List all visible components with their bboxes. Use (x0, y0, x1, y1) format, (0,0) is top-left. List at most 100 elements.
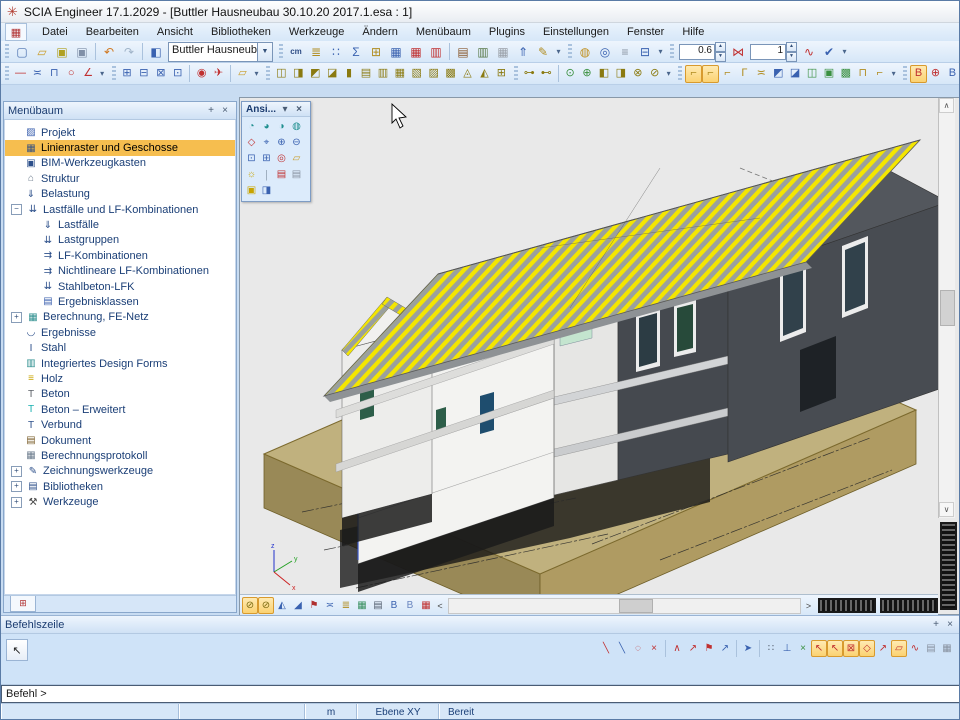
menu-werkzeuge[interactable]: Werkzeuge (280, 25, 353, 39)
render-mode-icon[interactable]: ▦ (354, 597, 370, 614)
toolbar-grip[interactable] (279, 44, 283, 60)
tree-item-ergebnisklassen[interactable]: ▤Ergebnisklassen (5, 294, 235, 309)
pin-icon[interactable]: + (929, 619, 943, 630)
link-rigid-icon[interactable]: ⊗ (629, 65, 646, 83)
menu-datei[interactable]: Datei (33, 25, 77, 39)
snap-midpoint-icon[interactable]: ╲ (614, 640, 630, 657)
shell-icon[interactable]: ▦ (391, 65, 408, 83)
tree-item-ergebnisse[interactable]: ◡Ergebnisse (5, 325, 235, 340)
beam-arc-icon[interactable]: ◪ (324, 65, 341, 83)
menu-bearbeiten[interactable]: Bearbeiten (77, 25, 148, 39)
align-right-icon[interactable]: ◨ (612, 65, 629, 83)
beam-horizontal-icon[interactable]: ◨ (290, 65, 307, 83)
menu-ansicht[interactable]: Ansicht (148, 25, 202, 39)
viewport-canvas[interactable]: z y x (240, 98, 938, 594)
toolbar-grip[interactable] (266, 66, 270, 82)
tree-item-bibliotheken[interactable]: +▤Bibliotheken (5, 479, 235, 494)
tree-item-dokument[interactable]: ▤Dokument (5, 433, 235, 448)
hscroll-left-icon[interactable]: < (434, 598, 446, 614)
expand-box-icon[interactable]: + (11, 497, 22, 508)
tree-item-belastung[interactable]: ⇓Belastung (5, 187, 235, 202)
document-link-icon[interactable]: ▤ (370, 597, 386, 614)
snap-line-end-icon[interactable]: ↖ (811, 640, 827, 657)
clip-plane-b-icon[interactable]: ⊘ (258, 597, 274, 614)
select-cursor-a-icon[interactable]: ◩ (770, 65, 787, 83)
snap-zigzag-icon[interactable]: ∿ (907, 640, 923, 657)
hscroll-right-icon[interactable]: > (803, 598, 815, 614)
beam-vertical-icon[interactable]: ◫ (273, 65, 290, 83)
tree-item-integriertes-design-forms[interactable]: ▥Integriertes Design Forms (5, 356, 235, 371)
count-value[interactable]: 1 (750, 44, 786, 60)
tree-item-berechnungsprotokoll[interactable]: ▦Berechnungsprotokoll (5, 448, 235, 463)
tree-item-stahl[interactable]: IStahl (5, 340, 235, 355)
open-view-icon[interactable]: ▱ (289, 151, 304, 167)
toolbar-grip[interactable] (903, 66, 907, 82)
count-spinner[interactable]: 1▲▼ (750, 42, 797, 62)
select-prev-icon[interactable]: ⌐ (719, 65, 736, 83)
visibility-eye-icon[interactable]: ◉ (193, 65, 210, 83)
storey-display-icon[interactable]: ≣ (338, 597, 354, 614)
menu-fenster[interactable]: Fenster (618, 25, 673, 39)
spin-down-icon[interactable]: ▼ (786, 52, 797, 62)
toolbar-overflow-icon[interactable]: ▾ (888, 65, 899, 83)
redo-icon[interactable]: ↷ (119, 42, 139, 62)
table-input-icon[interactable]: ▦ (406, 42, 426, 62)
select-lasso-icon[interactable]: ⌐ (702, 65, 719, 83)
toolbar-grip[interactable] (5, 66, 9, 82)
view-parameters-icon[interactable]: ◨ (259, 183, 274, 199)
edit-doc-icon[interactable]: ✎ (533, 42, 553, 62)
clip-plane-a-icon[interactable]: ⊘ (242, 597, 258, 614)
subregion-icon[interactable]: ▩ (442, 65, 459, 83)
zoom-selection-icon[interactable]: ◎ (274, 151, 289, 167)
horizontal-scrollbar[interactable] (448, 598, 801, 614)
tree-item-bim-werkzeugkasten[interactable]: ▣BIM-Werkzeugkasten (5, 156, 235, 171)
project-dropdown-value[interactable]: Buttler Hausneubau (168, 42, 258, 62)
light-toggle-icon[interactable]: ☼ (244, 167, 259, 183)
table-results-icon[interactable]: ▥ (426, 42, 446, 62)
draw-angle-icon[interactable]: ∠ (80, 65, 97, 83)
zoom-document-icon[interactable]: ◎ (595, 42, 615, 62)
wall-icon[interactable]: ▥ (374, 65, 391, 83)
print-preview-icon[interactable]: ▥ (473, 42, 493, 62)
select-span-b-icon[interactable]: ⌐ (871, 65, 888, 83)
close-icon[interactable]: × (292, 104, 306, 115)
pin-icon[interactable]: + (204, 105, 218, 116)
section-b-back-icon[interactable]: B (944, 65, 960, 83)
snap-polygon-icon[interactable]: ▱ (891, 640, 907, 657)
clipping-box-icon[interactable]: ▣ (244, 183, 259, 199)
scale-symbols-icon[interactable]: ⋈ (728, 42, 748, 62)
chevron-down-icon[interactable]: ▼ (258, 42, 273, 62)
close-icon[interactable]: × (218, 105, 232, 116)
zoom-out-icon[interactable]: ⊖ (289, 135, 304, 151)
tree-item-lastf-lle-und-lf-kombinationen[interactable]: −⇊Lastfälle und LF-Kombinationen (5, 202, 235, 217)
scroll-up-icon[interactable]: ∧ (939, 98, 954, 113)
coordinates-icon[interactable]: Σ (346, 42, 366, 62)
rib-icon[interactable]: ▧ (408, 65, 425, 83)
link-flex-icon[interactable]: ⊘ (646, 65, 663, 83)
menu-menübaum[interactable]: Menübaum (407, 25, 480, 39)
snap-flag-icon[interactable]: ⚑ (701, 640, 717, 657)
export-doc-icon[interactable]: ⇑ (513, 42, 533, 62)
toolbar-overflow-icon[interactable]: ▾ (251, 65, 262, 83)
close-icon[interactable]: × (943, 619, 957, 630)
print-icon[interactable]: ▤ (453, 42, 473, 62)
snap-line-mid-icon[interactable]: ↖ (827, 640, 843, 657)
snap-move-icon[interactable]: ↗ (875, 640, 891, 657)
check-display-icon[interactable]: ✔ (819, 42, 839, 62)
snap-delete-icon[interactable]: × (646, 640, 662, 657)
tree-item-lf-kombinationen[interactable]: ⇉LF-Kombinationen (5, 248, 235, 263)
dimension-display-icon[interactable]: ≍ (322, 597, 338, 614)
menu-einstellungen[interactable]: Einstellungen (534, 25, 618, 39)
units-icon[interactable]: cm (286, 42, 306, 62)
snap-ortho-icon[interactable]: ⊥ (779, 640, 795, 657)
snap-endpoint-icon[interactable]: ╲ (598, 640, 614, 657)
draw-bracket-icon[interactable]: ⊓ (46, 65, 63, 83)
expand-box-icon[interactable]: + (11, 481, 22, 492)
cross-link-icon[interactable]: ⊞ (493, 65, 510, 83)
undo-icon[interactable]: ↶ (99, 42, 119, 62)
select-workplane-icon[interactable]: ≍ (753, 65, 770, 83)
tree-item-beton-erweitert[interactable]: TBeton – Erweitert (5, 402, 235, 417)
snap-table-icon[interactable]: ▤ (923, 640, 939, 657)
hscroll-thumb[interactable] (619, 599, 653, 613)
snap-diamond-icon[interactable]: ◇ (859, 640, 875, 657)
